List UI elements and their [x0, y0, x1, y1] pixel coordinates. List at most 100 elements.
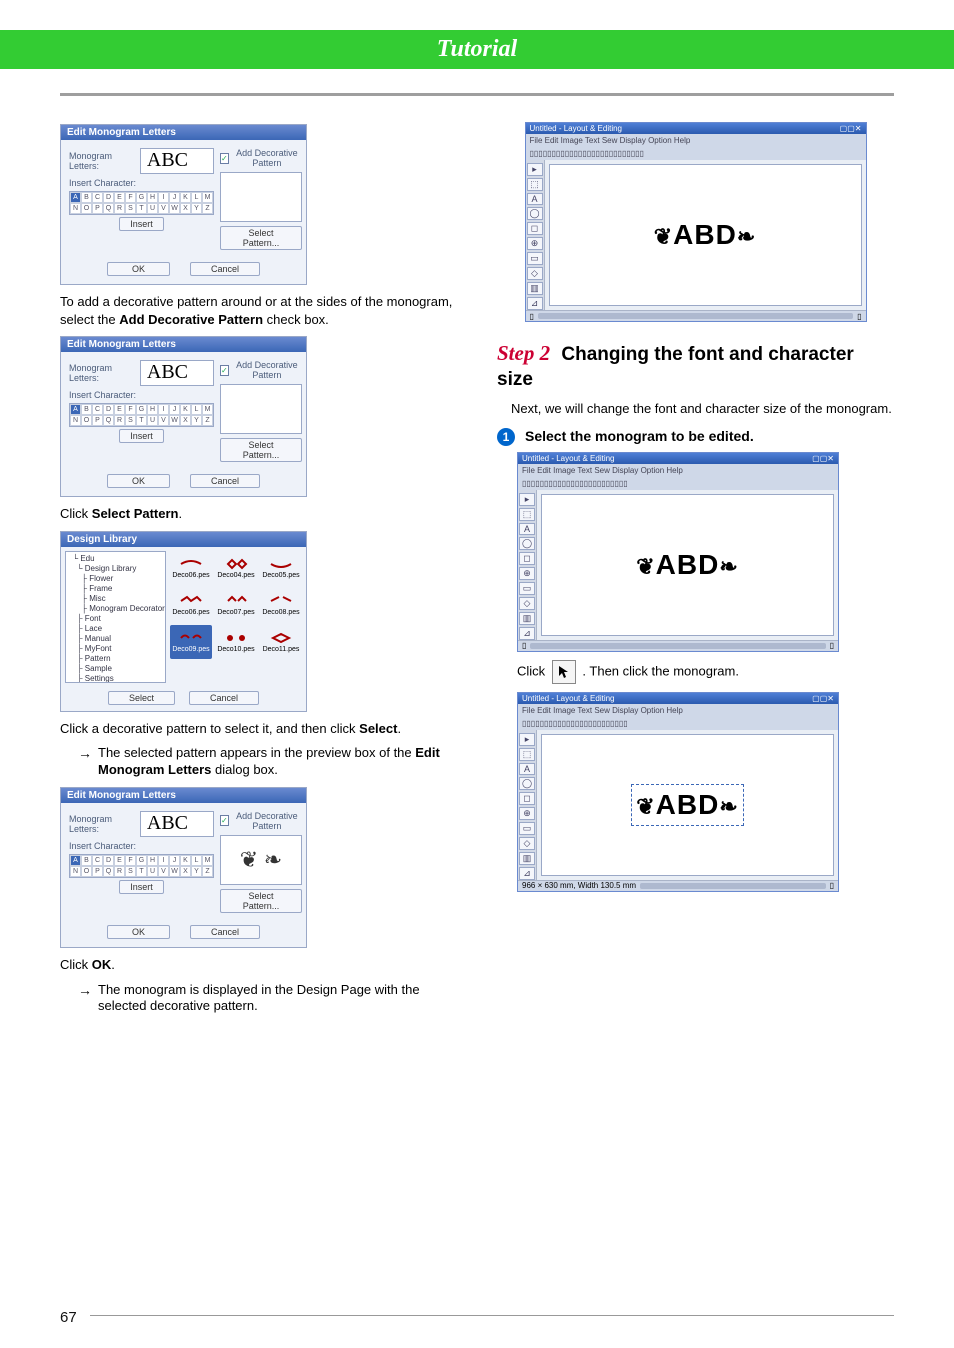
- tool-icon[interactable]: ⊕: [519, 567, 535, 580]
- tool-icon[interactable]: ◻: [519, 792, 535, 805]
- tool-icon[interactable]: ⬚: [519, 748, 535, 761]
- tool-icon[interactable]: ⊕: [519, 807, 535, 820]
- char-cell[interactable]: J: [169, 404, 180, 415]
- char-cell[interactable]: T: [136, 415, 147, 426]
- char-cell[interactable]: V: [158, 866, 169, 877]
- tool-icon[interactable]: ⬚: [527, 178, 543, 191]
- monogram-letters-input[interactable]: ABC: [140, 148, 214, 174]
- cancel-button[interactable]: Cancel: [190, 262, 260, 276]
- tool-icon[interactable]: ⊿: [527, 297, 543, 310]
- tool-icon[interactable]: ⊿: [519, 867, 535, 880]
- library-pattern-cell[interactable]: Deco11.pes: [260, 625, 302, 659]
- char-cell[interactable]: B: [81, 855, 92, 866]
- tool-icon[interactable]: ▸: [527, 163, 543, 176]
- tool-icon[interactable]: ◇: [519, 597, 535, 610]
- char-cell[interactable]: J: [169, 855, 180, 866]
- tool-icon[interactable]: ◯: [519, 537, 535, 550]
- char-cell[interactable]: W: [169, 203, 180, 214]
- char-cell[interactable]: Q: [103, 203, 114, 214]
- tool-palette[interactable]: ▸⬚A◯◻⊕▭◇▥⊿: [518, 730, 537, 880]
- char-cell[interactable]: X: [180, 866, 191, 877]
- char-cell[interactable]: O: [81, 203, 92, 214]
- design-canvas[interactable]: ❦ABD❧: [541, 494, 834, 636]
- library-pattern-cell[interactable]: Deco07.pes: [215, 588, 257, 622]
- character-grid[interactable]: ABCDEFGHIJKLMNOPQRSTUVWXYZ: [69, 403, 214, 427]
- char-cell[interactable]: G: [136, 855, 147, 866]
- library-pattern-cell[interactable]: Deco06.pes: [170, 588, 212, 622]
- char-cell[interactable]: E: [114, 855, 125, 866]
- char-cell[interactable]: D: [103, 404, 114, 415]
- tool-icon[interactable]: ▭: [519, 822, 535, 835]
- char-cell[interactable]: M: [202, 192, 213, 203]
- cancel-button[interactable]: Cancel: [190, 925, 260, 939]
- char-cell[interactable]: H: [147, 855, 158, 866]
- library-pattern-cell[interactable]: Deco10.pes: [215, 625, 257, 659]
- library-pattern-cell[interactable]: Deco06.pes: [170, 551, 212, 585]
- char-cell[interactable]: F: [125, 192, 136, 203]
- tool-icon[interactable]: ▥: [527, 282, 543, 295]
- char-cell[interactable]: M: [202, 404, 213, 415]
- char-cell[interactable]: A: [70, 855, 81, 866]
- scrollbar[interactable]: [530, 643, 825, 649]
- char-cell[interactable]: U: [147, 415, 158, 426]
- cancel-button[interactable]: Cancel: [190, 474, 260, 488]
- char-cell[interactable]: N: [70, 415, 81, 426]
- char-cell[interactable]: W: [169, 415, 180, 426]
- library-pattern-cell[interactable]: Deco08.pes: [260, 588, 302, 622]
- char-cell[interactable]: X: [180, 203, 191, 214]
- tool-icon[interactable]: ▭: [519, 582, 535, 595]
- tool-icon[interactable]: ▥: [519, 612, 535, 625]
- tool-icon[interactable]: ◻: [519, 552, 535, 565]
- add-decorative-checkbox[interactable]: ✓ Add Decorative Pattern: [220, 811, 302, 831]
- tool-icon[interactable]: ▥: [519, 852, 535, 865]
- char-cell[interactable]: Y: [191, 203, 202, 214]
- char-cell[interactable]: U: [147, 203, 158, 214]
- char-cell[interactable]: E: [114, 404, 125, 415]
- char-cell[interactable]: G: [136, 404, 147, 415]
- char-cell[interactable]: P: [92, 415, 103, 426]
- char-cell[interactable]: S: [125, 866, 136, 877]
- char-cell[interactable]: T: [136, 203, 147, 214]
- char-cell[interactable]: O: [81, 415, 92, 426]
- char-cell[interactable]: O: [81, 866, 92, 877]
- char-cell[interactable]: R: [114, 203, 125, 214]
- ok-button[interactable]: OK: [107, 262, 170, 276]
- library-pattern-cell[interactable]: Deco04.pes: [215, 551, 257, 585]
- char-cell[interactable]: S: [125, 203, 136, 214]
- char-cell[interactable]: X: [180, 415, 191, 426]
- char-cell[interactable]: R: [114, 415, 125, 426]
- char-cell[interactable]: D: [103, 855, 114, 866]
- ok-button[interactable]: OK: [107, 925, 170, 939]
- insert-button[interactable]: Insert: [119, 880, 164, 894]
- char-cell[interactable]: P: [92, 866, 103, 877]
- tool-icon[interactable]: ▸: [519, 733, 535, 746]
- char-cell[interactable]: K: [180, 855, 191, 866]
- ok-button[interactable]: OK: [107, 474, 170, 488]
- insert-button[interactable]: Insert: [119, 429, 164, 443]
- char-cell[interactable]: Y: [191, 415, 202, 426]
- char-cell[interactable]: Z: [202, 866, 213, 877]
- char-cell[interactable]: V: [158, 203, 169, 214]
- char-cell[interactable]: K: [180, 404, 191, 415]
- add-decorative-checkbox[interactable]: ✓ Add Decorative Pattern: [220, 148, 302, 168]
- char-cell[interactable]: B: [81, 404, 92, 415]
- char-cell[interactable]: Z: [202, 203, 213, 214]
- cancel-button[interactable]: Cancel: [189, 691, 259, 705]
- select-button[interactable]: Select: [108, 691, 175, 705]
- select-pattern-button[interactable]: Select Pattern...: [220, 889, 302, 913]
- scrollbar[interactable]: [640, 883, 826, 889]
- char-cell[interactable]: A: [70, 404, 81, 415]
- char-cell[interactable]: H: [147, 192, 158, 203]
- char-cell[interactable]: B: [81, 192, 92, 203]
- tool-icon[interactable]: A: [519, 523, 535, 535]
- folder-tree[interactable]: └ Edu └ Design Library ├ Flower ├ Frame …: [65, 551, 166, 683]
- char-cell[interactable]: F: [125, 404, 136, 415]
- select-pattern-button[interactable]: Select Pattern...: [220, 438, 302, 462]
- char-cell[interactable]: N: [70, 203, 81, 214]
- char-cell[interactable]: I: [158, 855, 169, 866]
- tool-icon[interactable]: ◇: [527, 267, 543, 280]
- tool-icon[interactable]: A: [519, 763, 535, 775]
- tool-icon[interactable]: ▭: [527, 252, 543, 265]
- character-grid[interactable]: ABCDEFGHIJKLMNOPQRSTUVWXYZ: [69, 854, 214, 878]
- tool-icon[interactable]: ◯: [519, 777, 535, 790]
